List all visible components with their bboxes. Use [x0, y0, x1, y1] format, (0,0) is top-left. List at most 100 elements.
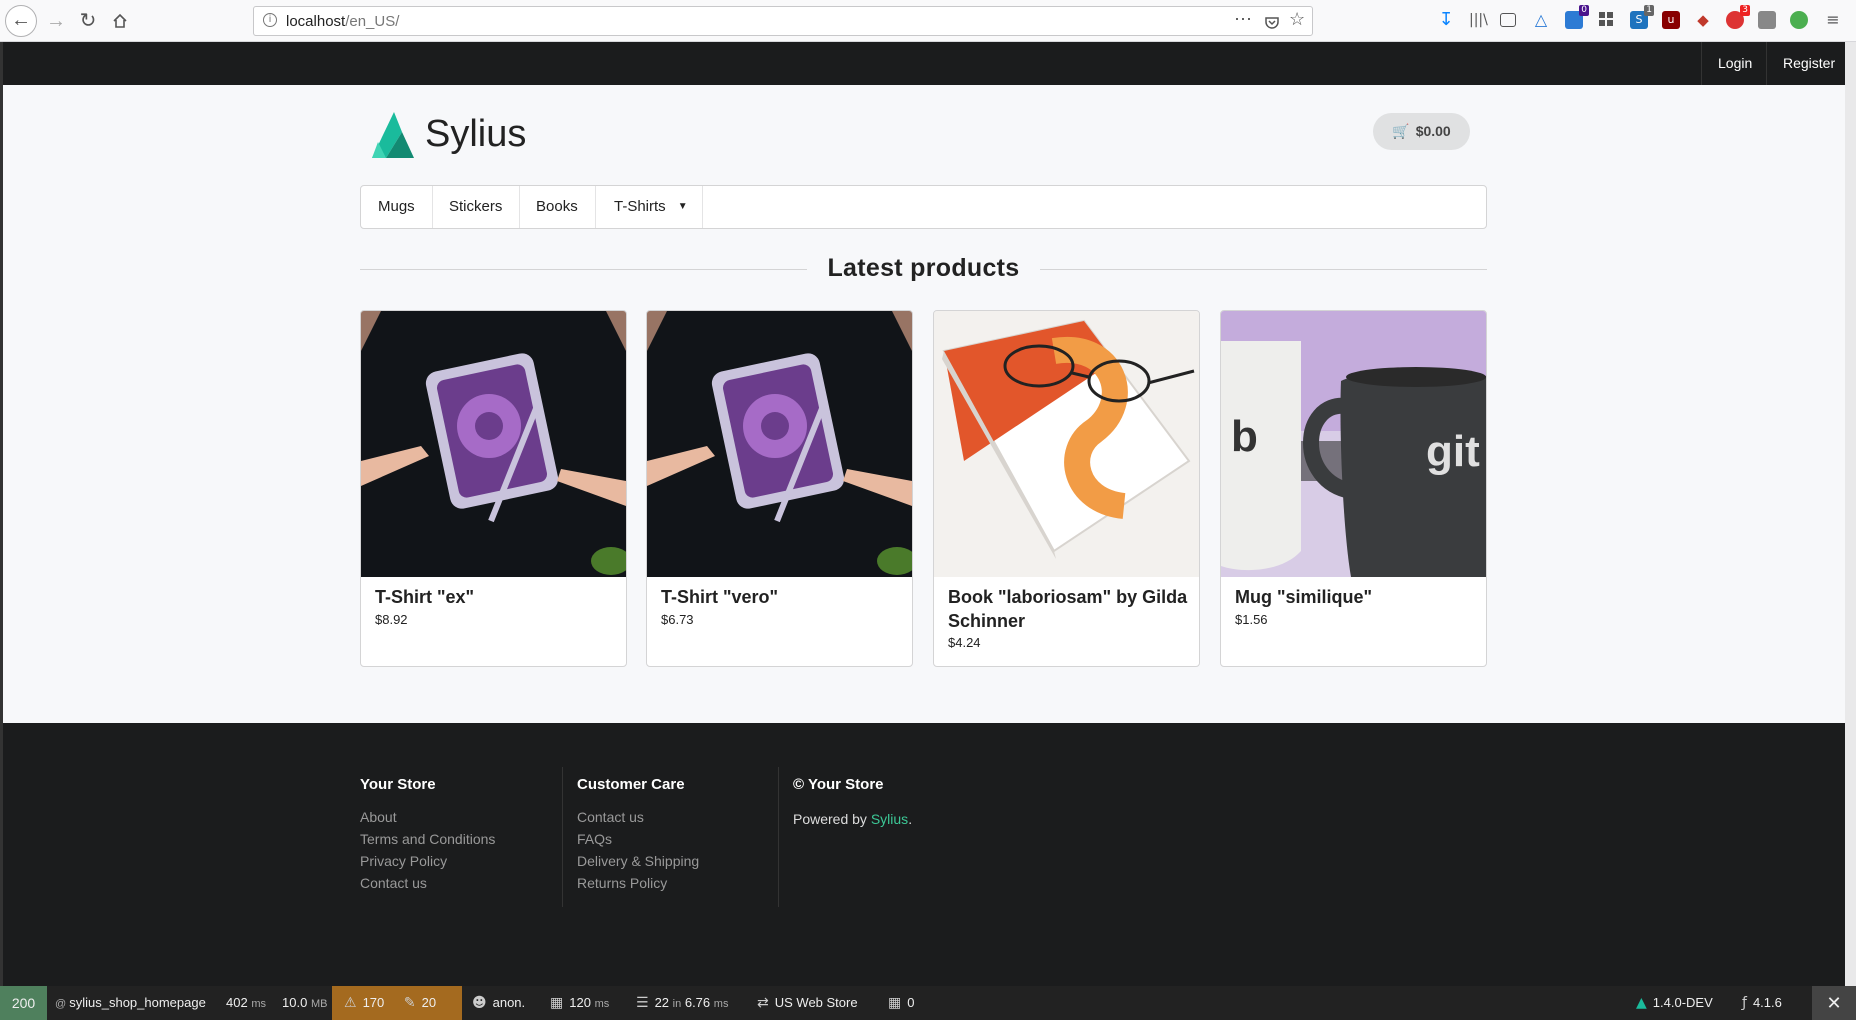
extension-gray-icon[interactable]	[1758, 11, 1776, 29]
footer-link-contact[interactable]: Contact us	[360, 875, 427, 891]
product-image[interactable]	[361, 311, 626, 577]
menu-item-stickers[interactable]: Stickers	[432, 186, 521, 228]
product-price: $4.24	[948, 635, 981, 650]
footer-copyright-title: © Your Store	[793, 776, 884, 793]
site-topbar: Login Register	[3, 42, 1845, 85]
product-name[interactable]: T-Shirt "vero"	[661, 585, 901, 609]
forward-icon[interactable]: →	[41, 6, 71, 36]
extension-badge: 1	[1644, 5, 1654, 16]
logo-text[interactable]: Sylius	[425, 113, 526, 156]
render-time[interactable]: ▦ 120 ms	[550, 986, 609, 1020]
product-card[interactable]: T-Shirt "ex" $8.92	[360, 310, 627, 667]
library-icon[interactable]: |||\	[1469, 11, 1488, 29]
product-price: $6.73	[661, 612, 694, 627]
product-name[interactable]: Book "laboriosam" by Gilda Schinner	[948, 585, 1188, 633]
forms-panel[interactable]: ▦ 0	[888, 986, 914, 1020]
database-icon: ☰	[636, 995, 649, 1011]
menu-item-books[interactable]: Books	[519, 186, 596, 228]
extension-s-icon[interactable]: S 1	[1630, 5, 1654, 29]
browser-toolbar: ← → ↻ i localhost/en_US/ ⋯ ☆ ↧ |||\ △ 0 …	[0, 0, 1856, 42]
user-icon: ☻	[472, 995, 487, 1011]
sylius-version[interactable]: ▲ 1.4.0-DEV	[1636, 986, 1713, 1020]
svg-text:b: b	[1231, 412, 1258, 461]
security-panel[interactable]: ☻ anon.	[472, 986, 525, 1020]
privacy-badger-icon[interactable]: △	[1532, 11, 1550, 29]
cart-icon: 🛒	[1392, 124, 1410, 140]
footer-link-returns[interactable]: Returns Policy	[577, 875, 667, 891]
product-price: $8.92	[375, 612, 408, 627]
footer-link-terms[interactable]: Terms and Conditions	[360, 831, 495, 847]
footer-care-title: Customer Care	[577, 776, 685, 793]
request-time[interactable]: 402 ms	[226, 986, 266, 1020]
main-menu: Mugs Stickers Books T-Shirts ▼	[360, 185, 1487, 229]
scrollbar[interactable]	[1845, 42, 1856, 986]
dropdown-caret-icon: ▼	[677, 201, 688, 212]
sylius-link[interactable]: Sylius	[871, 811, 908, 827]
bookmark-star-icon[interactable]: ☆	[1289, 9, 1305, 30]
logs-panel[interactable]: ⚠ 170 ✎ 20	[332, 986, 462, 1020]
svg-text:git: git	[1426, 427, 1480, 476]
extension-red-icon[interactable]: ◆	[1694, 11, 1712, 29]
menu-item-tshirts[interactable]: T-Shirts ▼	[597, 186, 703, 228]
back-icon[interactable]: ←	[5, 5, 37, 37]
forms-icon: ▦	[888, 995, 902, 1011]
ublock-icon[interactable]: u	[1662, 11, 1680, 29]
footer-link-delivery[interactable]: Delivery & Shipping	[577, 853, 699, 869]
url-text[interactable]: localhost/en_US/	[286, 13, 399, 30]
extension-badge: 0	[1579, 5, 1589, 16]
product-price: $1.56	[1235, 612, 1268, 627]
grid-extension-icon[interactable]	[1597, 11, 1615, 29]
menu-item-tshirts-label: T-Shirts	[614, 198, 666, 215]
cart-total: $0.00	[1415, 123, 1451, 139]
url-bar[interactable]: i localhost/en_US/ ⋯ ☆	[253, 6, 1313, 36]
footer-divider	[562, 767, 563, 907]
symfony-debug-toolbar: 200 @ sylius_shop_homepage 402 ms 10.0 M…	[0, 986, 1856, 1020]
extension-badge: 3	[1740, 5, 1750, 16]
sylius-logo-icon[interactable]	[372, 112, 414, 163]
download-icon[interactable]: ↧	[1437, 11, 1455, 29]
footer-divider	[778, 767, 779, 907]
info-icon[interactable]: i	[263, 13, 277, 27]
sidebar-icon[interactable]	[1500, 13, 1516, 27]
footer-link-faqs[interactable]: FAQs	[577, 831, 612, 847]
powered-by-text: Powered by Sylius.	[793, 811, 913, 827]
cart-button[interactable]: 🛒 $0.00	[1373, 113, 1470, 150]
product-image[interactable]: b git	[1221, 311, 1486, 577]
status-code-badge[interactable]: 200	[0, 986, 47, 1020]
extension-green-icon[interactable]	[1790, 11, 1808, 29]
product-name[interactable]: T-Shirt "ex"	[375, 585, 615, 609]
latest-products-header: Latest products	[360, 254, 1487, 284]
database-panel[interactable]: ☰ 22 in 6.76 ms	[636, 986, 728, 1020]
home-icon[interactable]	[105, 6, 135, 36]
footer-link-privacy[interactable]: Privacy Policy	[360, 853, 447, 869]
product-image[interactable]	[934, 311, 1199, 577]
product-name[interactable]: Mug "similique"	[1235, 585, 1475, 609]
page-actions-icon[interactable]: ⋯	[1234, 9, 1253, 30]
shuffle-icon: ⇄	[757, 995, 769, 1011]
symfony-version[interactable]: ƒ 4.1.6	[1742, 986, 1782, 1020]
sylius-icon: ▲	[1636, 995, 1647, 1011]
footer-store-title: Your Store	[360, 776, 436, 793]
login-link[interactable]: Login	[1701, 42, 1768, 85]
footer-link-about[interactable]: About	[360, 809, 397, 825]
pocket-icon[interactable]	[1264, 11, 1280, 36]
reload-icon[interactable]: ↻	[73, 6, 103, 36]
product-image[interactable]	[647, 311, 912, 577]
warning-icon: ⚠	[344, 995, 357, 1011]
route-name[interactable]: @ sylius_shop_homepage	[55, 986, 206, 1020]
product-card[interactable]: b git Mug "similique" $1.56	[1220, 310, 1487, 667]
section-title: Latest products	[827, 254, 1020, 282]
extension-blue-icon[interactable]: 0	[1565, 5, 1589, 29]
channel-panel[interactable]: ⇄ US Web Store	[757, 986, 858, 1020]
clock-icon: ▦	[550, 995, 564, 1011]
close-toolbar-icon[interactable]: ✕	[1812, 986, 1856, 1020]
site-footer	[3, 723, 1845, 986]
menu-icon[interactable]: ≡	[1824, 11, 1842, 29]
memory-usage[interactable]: 10.0 MB	[282, 986, 327, 1020]
product-card[interactable]: Book "laboriosam" by Gilda Schinner $4.2…	[933, 310, 1200, 667]
footer-link-contact-us[interactable]: Contact us	[577, 809, 644, 825]
register-link[interactable]: Register	[1766, 42, 1851, 85]
menu-item-mugs[interactable]: Mugs	[361, 186, 433, 228]
extension-circle-icon[interactable]: 3	[1726, 5, 1750, 29]
product-card[interactable]: T-Shirt "vero" $6.73	[646, 310, 913, 667]
